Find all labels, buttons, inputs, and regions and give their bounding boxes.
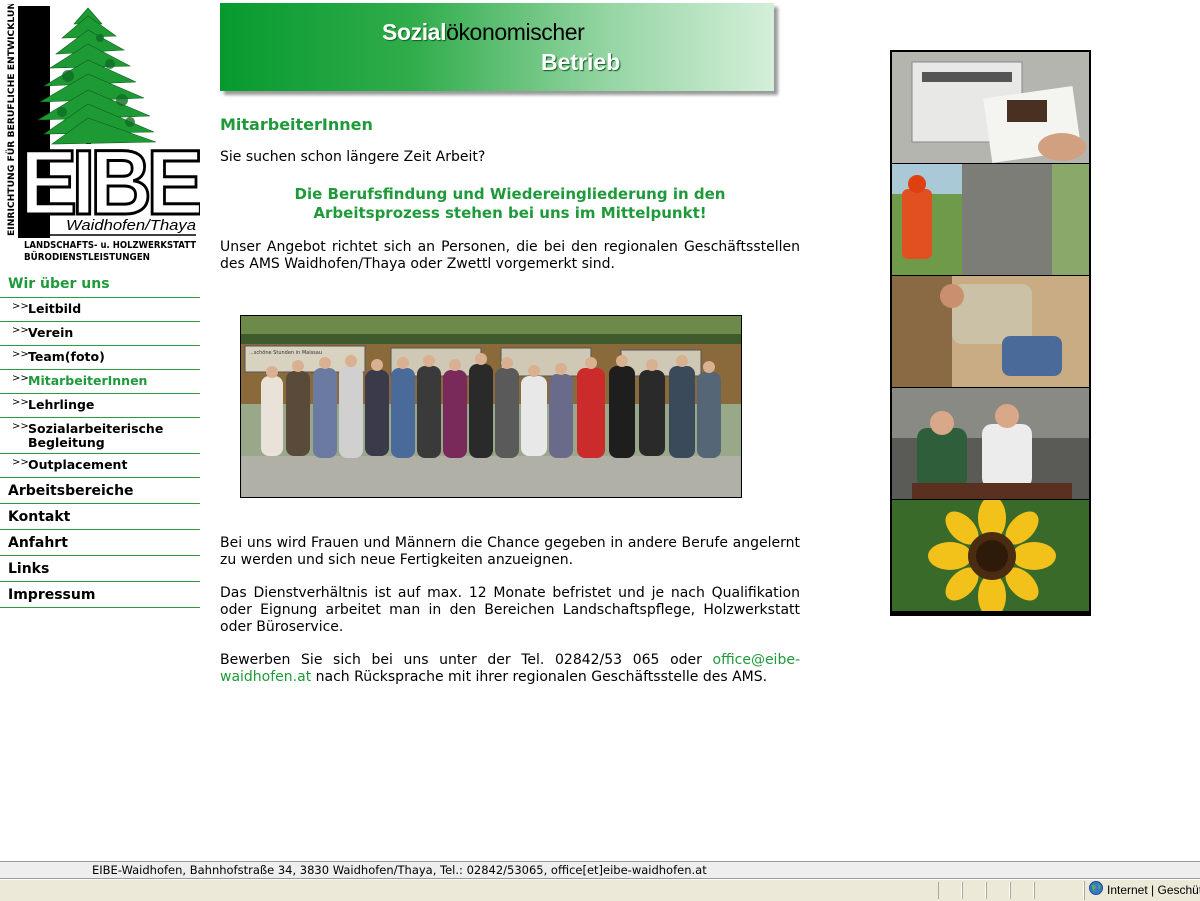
- double-arrow-icon: >>: [12, 325, 29, 336]
- paragraph-employment: Das Dienstverhältnis ist auf max. 12 Mon…: [220, 585, 800, 635]
- nav-item-lehrlinge[interactable]: >> Lehrlinge: [0, 394, 200, 418]
- nav-main-links[interactable]: Links: [0, 556, 200, 582]
- paragraph-apply: Bewerben Sie sich bei uns unter der Tel.…: [220, 652, 800, 686]
- status-cell: [986, 882, 1010, 899]
- site-footer: EIBE-Waidhofen, Bahnhofstraße 34, 3830 W…: [0, 861, 1200, 879]
- nav-item-label: Sozialarbeiterische Begleitung: [28, 421, 164, 450]
- photo-binding-machine: [892, 52, 1089, 163]
- apply-text-before: Bewerben Sie sich bei uns unter der Tel.…: [220, 652, 713, 668]
- photo-sign-text: ...schöne Stunden in Maissau: [249, 350, 322, 356]
- photo-apprentices: [892, 388, 1089, 499]
- photo-forest-worker: [892, 164, 1089, 275]
- nav-item-mitarbeiterinnen[interactable]: >> MitarbeiterInnen: [0, 370, 200, 394]
- logo-line2-text: BÜRODIENSTLEISTUNGEN: [24, 249, 150, 263]
- banner-bold-word: Sozial: [382, 19, 447, 45]
- nav-item-label: MitarbeiterInnen: [28, 373, 148, 388]
- double-arrow-icon: >>: [12, 301, 29, 312]
- status-cell: [962, 882, 986, 899]
- banner-line-2: Betrieb: [541, 49, 621, 75]
- banner-rest-word: ökonomischer: [446, 19, 585, 45]
- nav-main-arbeitsbereiche[interactable]: Arbeitsbereiche: [0, 478, 200, 504]
- photo-sunflower: [892, 500, 1089, 611]
- nav-main-impressum[interactable]: Impressum: [0, 582, 200, 608]
- nav-item-outplacement[interactable]: >> Outplacement: [0, 454, 200, 478]
- paragraph-offer: Unser Angebot richtet sich an Personen, …: [220, 239, 800, 272]
- photo-woodworker: [892, 276, 1089, 387]
- footer-address-text: EIBE-Waidhofen, Bahnhofstraße 34, 3830 W…: [92, 863, 707, 877]
- nav-main-anfahrt[interactable]: Anfahrt: [0, 530, 200, 556]
- logo-line1-text: LANDSCHAFTS- u. HOLZWERKSTATT: [24, 240, 196, 251]
- logo-location-text: Waidhofen/Thaya: [66, 217, 196, 234]
- security-zone-text: Internet | Geschützter Modus: Aktiv: [1107, 883, 1200, 898]
- double-arrow-icon: >>: [12, 421, 29, 432]
- banner-line-1: Sozialökonomischer: [382, 19, 585, 46]
- header-banner: Sozialökonomischer Betrieb: [220, 3, 774, 91]
- nav-section-wir-ueber-uns[interactable]: Wir über uns: [0, 272, 200, 298]
- nav-item-verein[interactable]: >> Verein: [0, 322, 200, 346]
- nav-item-sozialarbeiterische-begleitung[interactable]: >> Sozialarbeiterische Begleitung: [0, 418, 200, 454]
- nav-main-kontakt[interactable]: Kontakt: [0, 504, 200, 530]
- lead-text: Die Berufsfindung und Wiedereingliederun…: [294, 185, 726, 222]
- security-zone-indicator[interactable]: Internet | Geschützter Modus: Aktiv: [1084, 881, 1200, 900]
- nav-item-team-foto[interactable]: >> Team(foto): [0, 346, 200, 370]
- nav-item-label: Leitbild: [28, 301, 82, 316]
- page-title: MitarbeiterInnen: [220, 115, 373, 134]
- eibe-logo[interactable]: EINRICHTUNG FÜR BERUFLICHE ENTWICKLUNG E…: [4, 4, 200, 266]
- left-navigation: Wir über uns >> Leitbild >> Verein >> Team(…: [0, 272, 200, 608]
- nav-item-label: Team(foto): [28, 349, 105, 364]
- double-arrow-icon: >>: [12, 457, 29, 468]
- nav-item-label: Lehrlinge: [28, 397, 95, 412]
- double-arrow-icon: >>: [12, 349, 29, 360]
- logo-side-text: EINRICHTUNG FÜR BERUFLICHE ENTWICKLUNG: [6, 4, 17, 236]
- nav-item-label: Verein: [28, 325, 74, 340]
- right-photo-column: [890, 50, 1091, 616]
- status-cell: [938, 882, 962, 899]
- nav-item-leitbild[interactable]: >> Leitbild: [0, 298, 200, 322]
- status-cell: [1034, 882, 1084, 899]
- intro-text: Sie suchen schon längere Zeit Arbeit?: [220, 149, 486, 165]
- nav-item-label: Outplacement: [28, 457, 128, 472]
- browser-status-bar: Internet | Geschützter Modus: Aktiv: [0, 879, 1200, 901]
- status-cell: [1010, 882, 1034, 899]
- team-group-photo: ...schöne Stunden in Maissau: [240, 315, 742, 498]
- apply-text-after: nach Rücksprache mit ihrer regionalen Ge…: [311, 669, 768, 685]
- paragraph-chance: Bei uns wird Frauen und Männern die Chan…: [220, 535, 800, 568]
- double-arrow-icon: >>: [12, 373, 29, 384]
- double-arrow-icon: >>: [12, 397, 29, 408]
- globe-icon: [1089, 881, 1103, 900]
